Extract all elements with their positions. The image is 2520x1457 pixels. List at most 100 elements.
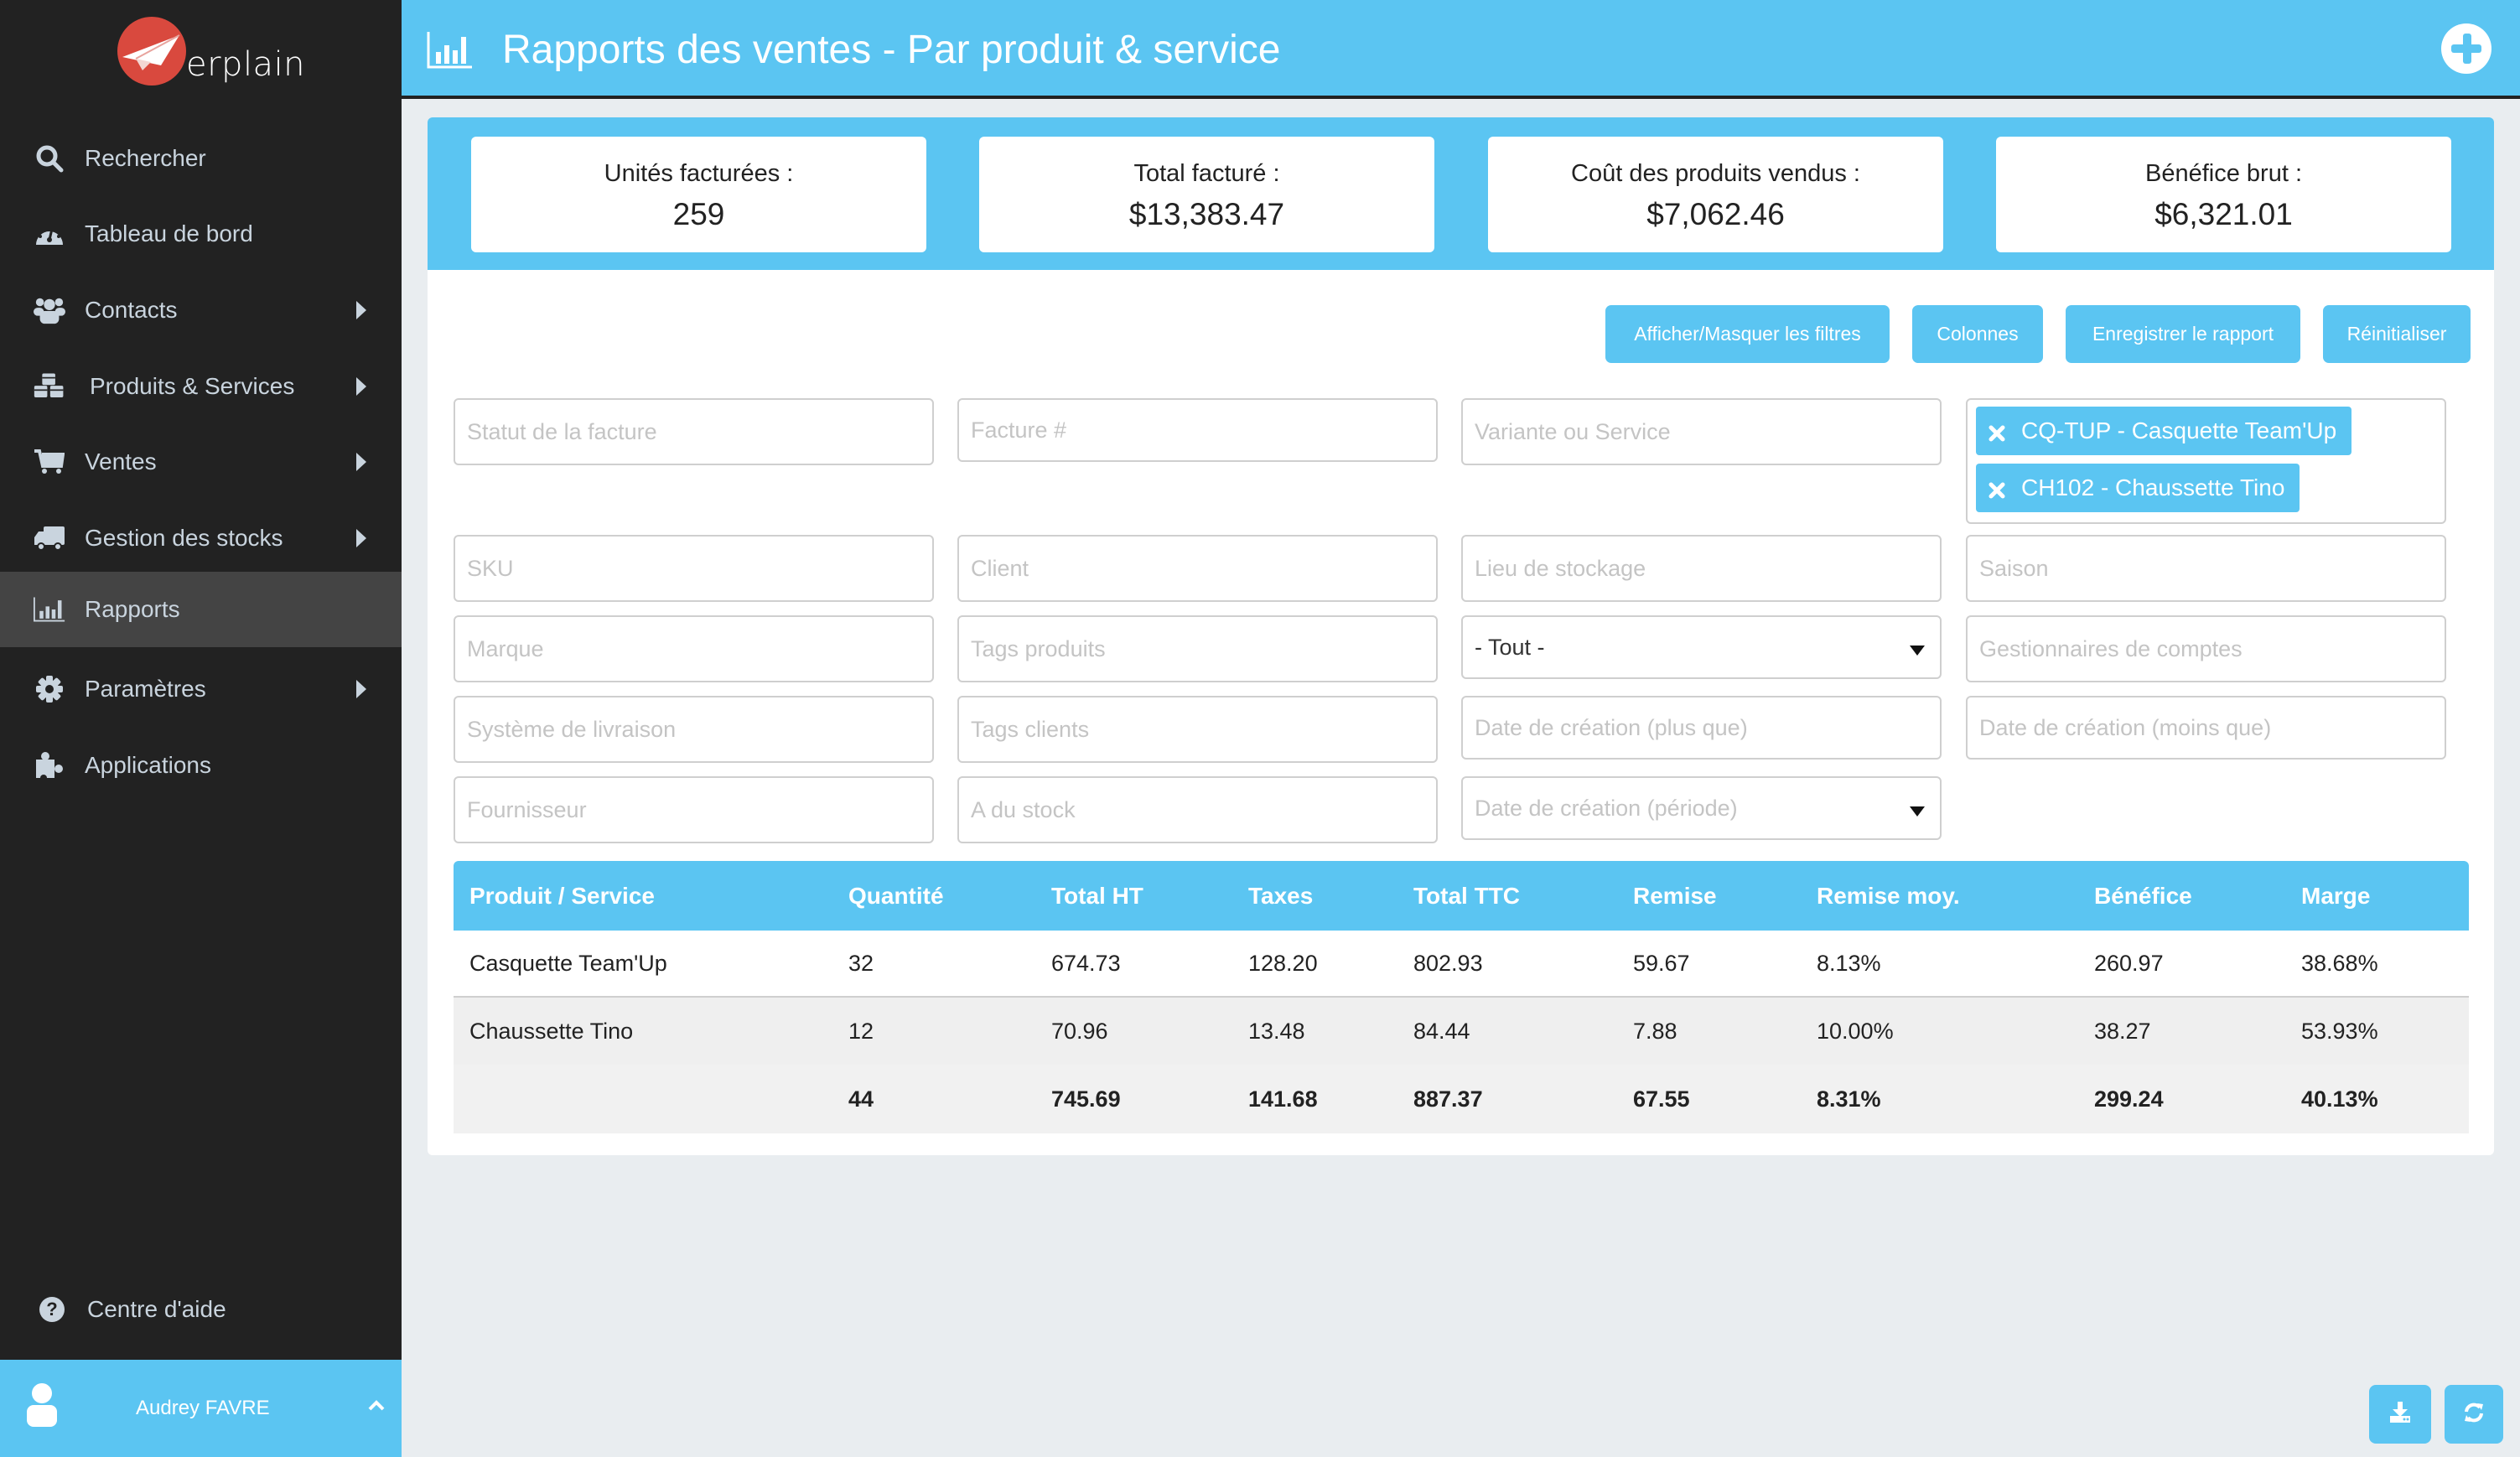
sku-field[interactable]: SKU — [454, 535, 934, 602]
summary-label: Unités facturées : — [604, 160, 794, 187]
caret-down-icon — [1910, 646, 1925, 656]
selected-product-tag[interactable]: CQ-TUP - Casquette Team'Up — [1976, 407, 2352, 455]
has-stock-field[interactable]: A du stock — [957, 776, 1438, 843]
column-header[interactable]: Taxes — [1248, 861, 1313, 931]
erplain-logo[interactable]: erplain — [116, 15, 309, 91]
type-select[interactable]: - Tout - — [1461, 615, 1942, 679]
sidebar-item-label: Contacts — [85, 297, 178, 323]
table-cell: 32 — [848, 950, 874, 976]
column-header[interactable]: Bénéfice — [2094, 861, 2192, 931]
sidebar-item-rechercher[interactable]: Rechercher — [0, 121, 402, 196]
supplier-field[interactable]: Fournisseur — [454, 776, 934, 843]
sidebar-item-label: Ventes — [85, 449, 157, 474]
sidebar-item-label: Rapports — [85, 596, 180, 622]
bar-chart-icon — [427, 32, 474, 70]
table-cell: 59.67 — [1633, 950, 1690, 976]
table-cell: 13.48 — [1248, 1018, 1305, 1044]
table-row[interactable]: Casquette Team'Up 32 674.73 128.20 802.9… — [454, 931, 2469, 998]
column-header[interactable]: Total TTC — [1413, 861, 1520, 931]
column-header[interactable]: Produit / Service — [469, 861, 655, 931]
table-cell: Casquette Team'Up — [469, 950, 667, 976]
created-after-field[interactable]: Date de création (plus que) — [1461, 696, 1942, 760]
summary-label: Bénéfice brut : — [2145, 160, 2302, 187]
sidebar-item-parametres[interactable]: Paramètres — [0, 651, 402, 727]
created-before-field[interactable]: Date de création (moins que) — [1966, 696, 2446, 760]
products-multiselect[interactable]: CQ-TUP - Casquette Team'Up CH102 - Chaus… — [1966, 398, 2446, 524]
sidebar-item-tableau-de-bord[interactable]: Tableau de bord — [0, 196, 402, 272]
table-cell: 128.20 — [1248, 950, 1318, 976]
sidebar-item-ventes[interactable]: Ventes — [0, 424, 402, 500]
chevron-up-icon[interactable] — [367, 1398, 386, 1417]
total-cell: 67.55 — [1633, 1086, 1690, 1112]
type-select-value: - Tout - — [1475, 634, 1545, 660]
columns-button[interactable]: Colonnes — [1912, 305, 2043, 363]
invoice-number-field[interactable]: Facture # — [957, 398, 1438, 462]
column-header[interactable]: Remise moy. — [1817, 861, 1960, 931]
column-header[interactable]: Remise — [1633, 861, 1717, 931]
summary-band: Unités facturées : 259 Total facturé : $… — [428, 117, 2494, 270]
page-header: Rapports des ventes - Par produit & serv… — [402, 0, 2520, 99]
table-cell: 38.27 — [2094, 1018, 2151, 1044]
sidebar-item-label: Centre d'aide — [87, 1296, 226, 1322]
sidebar-item-label: Rechercher — [85, 145, 206, 171]
table-cell: 10.00% — [1817, 1018, 1894, 1044]
download-icon — [2390, 1401, 2410, 1428]
column-header[interactable]: Marge — [2301, 861, 2370, 931]
summary-value: 259 — [672, 197, 725, 231]
truck-icon — [34, 522, 65, 554]
plus-circle-icon[interactable] — [2441, 23, 2491, 74]
table-totals-row: 44 745.69 141.68 887.37 67.55 8.31% 299.… — [454, 1065, 2469, 1133]
users-icon — [34, 294, 65, 326]
sidebar-item-applications[interactable]: Applications — [0, 728, 402, 803]
table-header: Produit / Service Quantité Total HT Taxe… — [454, 861, 2469, 931]
question-circle-icon: ? — [36, 1294, 68, 1325]
sidebar-item-rapports[interactable]: Rapports — [0, 572, 402, 647]
season-field[interactable]: Saison — [1966, 535, 2446, 602]
account-managers-field[interactable]: Gestionnaires de comptes — [1966, 615, 2446, 682]
remove-tag-icon[interactable] — [1988, 422, 2006, 442]
variant-or-service-field[interactable]: Variante ou Service — [1461, 398, 1942, 465]
column-header[interactable]: Quantité — [848, 861, 944, 931]
table-cell: 8.13% — [1817, 950, 1881, 976]
summary-value: $7,062.46 — [1646, 197, 1785, 231]
toggle-filters-button[interactable]: Afficher/Masquer les filtres — [1605, 305, 1890, 363]
sidebar-help-center[interactable]: ? Centre d'aide — [0, 1272, 402, 1347]
refresh-button[interactable] — [2445, 1385, 2503, 1444]
sidebar-item-contacts[interactable]: Contacts — [0, 272, 402, 348]
tag-label: CQ-TUP - Casquette Team'Up — [2021, 417, 2337, 443]
page-title: Rapports des ventes - Par produit & serv… — [502, 28, 1281, 72]
user-name: Audrey FAVRE — [136, 1397, 270, 1419]
invoice-status-field[interactable]: Statut de la facture — [454, 398, 934, 465]
product-tags-field[interactable]: Tags produits — [957, 615, 1438, 682]
total-cell: 887.37 — [1413, 1086, 1483, 1112]
column-header[interactable]: Total HT — [1051, 861, 1143, 931]
client-field[interactable]: Client — [957, 535, 1438, 602]
save-report-button[interactable]: Enregistrer le rapport — [2066, 305, 2300, 363]
selected-product-tag[interactable]: CH102 - Chaussette Tino — [1976, 464, 2300, 512]
remove-tag-icon[interactable] — [1988, 479, 2006, 499]
summary-card-total-billed: Total facturé : $13,383.47 — [979, 137, 1434, 252]
summary-card-units: Unités facturées : 259 — [471, 137, 926, 252]
caret-down-icon — [1910, 806, 1925, 817]
shipping-system-field[interactable]: Système de livraison — [454, 696, 934, 763]
created-period-select[interactable]: Date de création (période) — [1461, 776, 1942, 840]
reset-button[interactable]: Réinitialiser — [2323, 305, 2471, 363]
report-panel: Unités facturées : 259 Total facturé : $… — [428, 117, 2494, 1155]
user-menu[interactable]: Audrey FAVRE — [0, 1360, 402, 1457]
chevron-right-icon — [356, 377, 366, 396]
client-tags-field[interactable]: Tags clients — [957, 696, 1438, 763]
table-cell: 38.68% — [2301, 950, 2378, 976]
summary-card-gross-profit: Bénéfice brut : $6,321.01 — [1996, 137, 2451, 252]
total-cell: 44 — [848, 1086, 874, 1112]
sidebar-item-gestion-des-stocks[interactable]: Gestion des stocks — [0, 500, 402, 576]
storage-location-field[interactable]: Lieu de stockage — [1461, 535, 1942, 602]
table-cell: 7.88 — [1633, 1018, 1677, 1044]
table-cell: 674.73 — [1051, 950, 1121, 976]
brand-field[interactable]: Marque — [454, 615, 934, 682]
logo-paper-plane-icon — [117, 17, 186, 86]
table-cell: 70.96 — [1051, 1018, 1108, 1044]
sidebar-item-produits-services[interactable]: Produits & Services — [0, 349, 402, 424]
cart-icon — [34, 446, 65, 478]
download-button[interactable] — [2369, 1385, 2431, 1444]
table-row[interactable]: Chaussette Tino 12 70.96 13.48 84.44 7.8… — [454, 998, 2469, 1065]
